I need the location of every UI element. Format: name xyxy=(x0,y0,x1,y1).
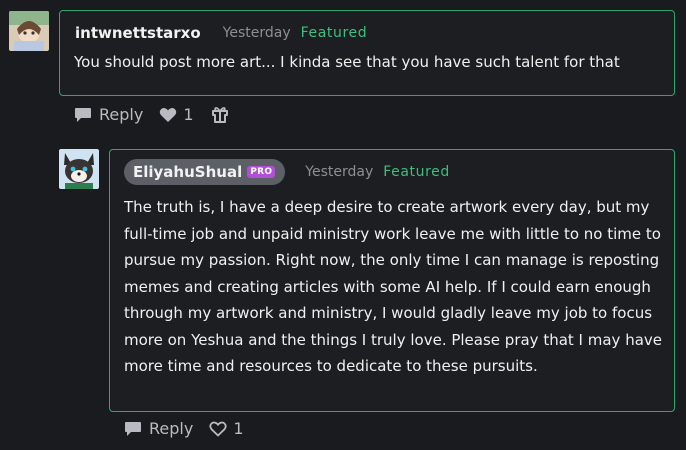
author-pill[interactable]: EliyahuShual PRO xyxy=(124,159,286,185)
comment-text: You should post more art... I kinda see … xyxy=(74,53,620,71)
like-count: 1 xyxy=(183,105,194,124)
reply-label: Reply xyxy=(149,419,194,438)
like-count: 1 xyxy=(233,419,244,438)
featured-badge: Featured xyxy=(300,25,368,41)
comment-time: Yesterday xyxy=(222,25,291,41)
reply-card: EliyahuShual PRO Yesterday Featured The … xyxy=(109,149,675,412)
comment-author: EliyahuShual xyxy=(133,163,243,181)
comment-actions: Reply 1 xyxy=(74,105,246,124)
heart-icon xyxy=(160,107,177,122)
reply-button[interactable]: Reply xyxy=(74,105,143,124)
reply-button[interactable]: Reply xyxy=(124,419,193,438)
reply-label: Reply xyxy=(99,105,144,124)
avatar-eliyahushual[interactable] xyxy=(59,149,99,189)
comment-icon xyxy=(125,421,141,436)
like-button[interactable]: 1 xyxy=(209,419,244,438)
comment-text: The truth is, I have a deep desire to cr… xyxy=(124,198,662,375)
comment-actions: Reply 1 xyxy=(124,419,260,438)
avatar-intwnettstarxo[interactable] xyxy=(9,11,49,51)
comment-time: Yesterday xyxy=(305,164,374,180)
featured-badge: Featured xyxy=(383,164,450,180)
comment-author[interactable]: intwnettstarxo xyxy=(75,24,201,42)
comment-card: intwnettstarxo Yesterday Featured You sh… xyxy=(59,10,675,96)
pro-badge: PRO xyxy=(247,166,276,178)
like-button[interactable]: 1 xyxy=(159,105,194,124)
heart-icon xyxy=(209,421,227,436)
gift-icon xyxy=(211,106,228,123)
gift-button[interactable] xyxy=(210,106,230,124)
comment-icon xyxy=(75,107,91,122)
